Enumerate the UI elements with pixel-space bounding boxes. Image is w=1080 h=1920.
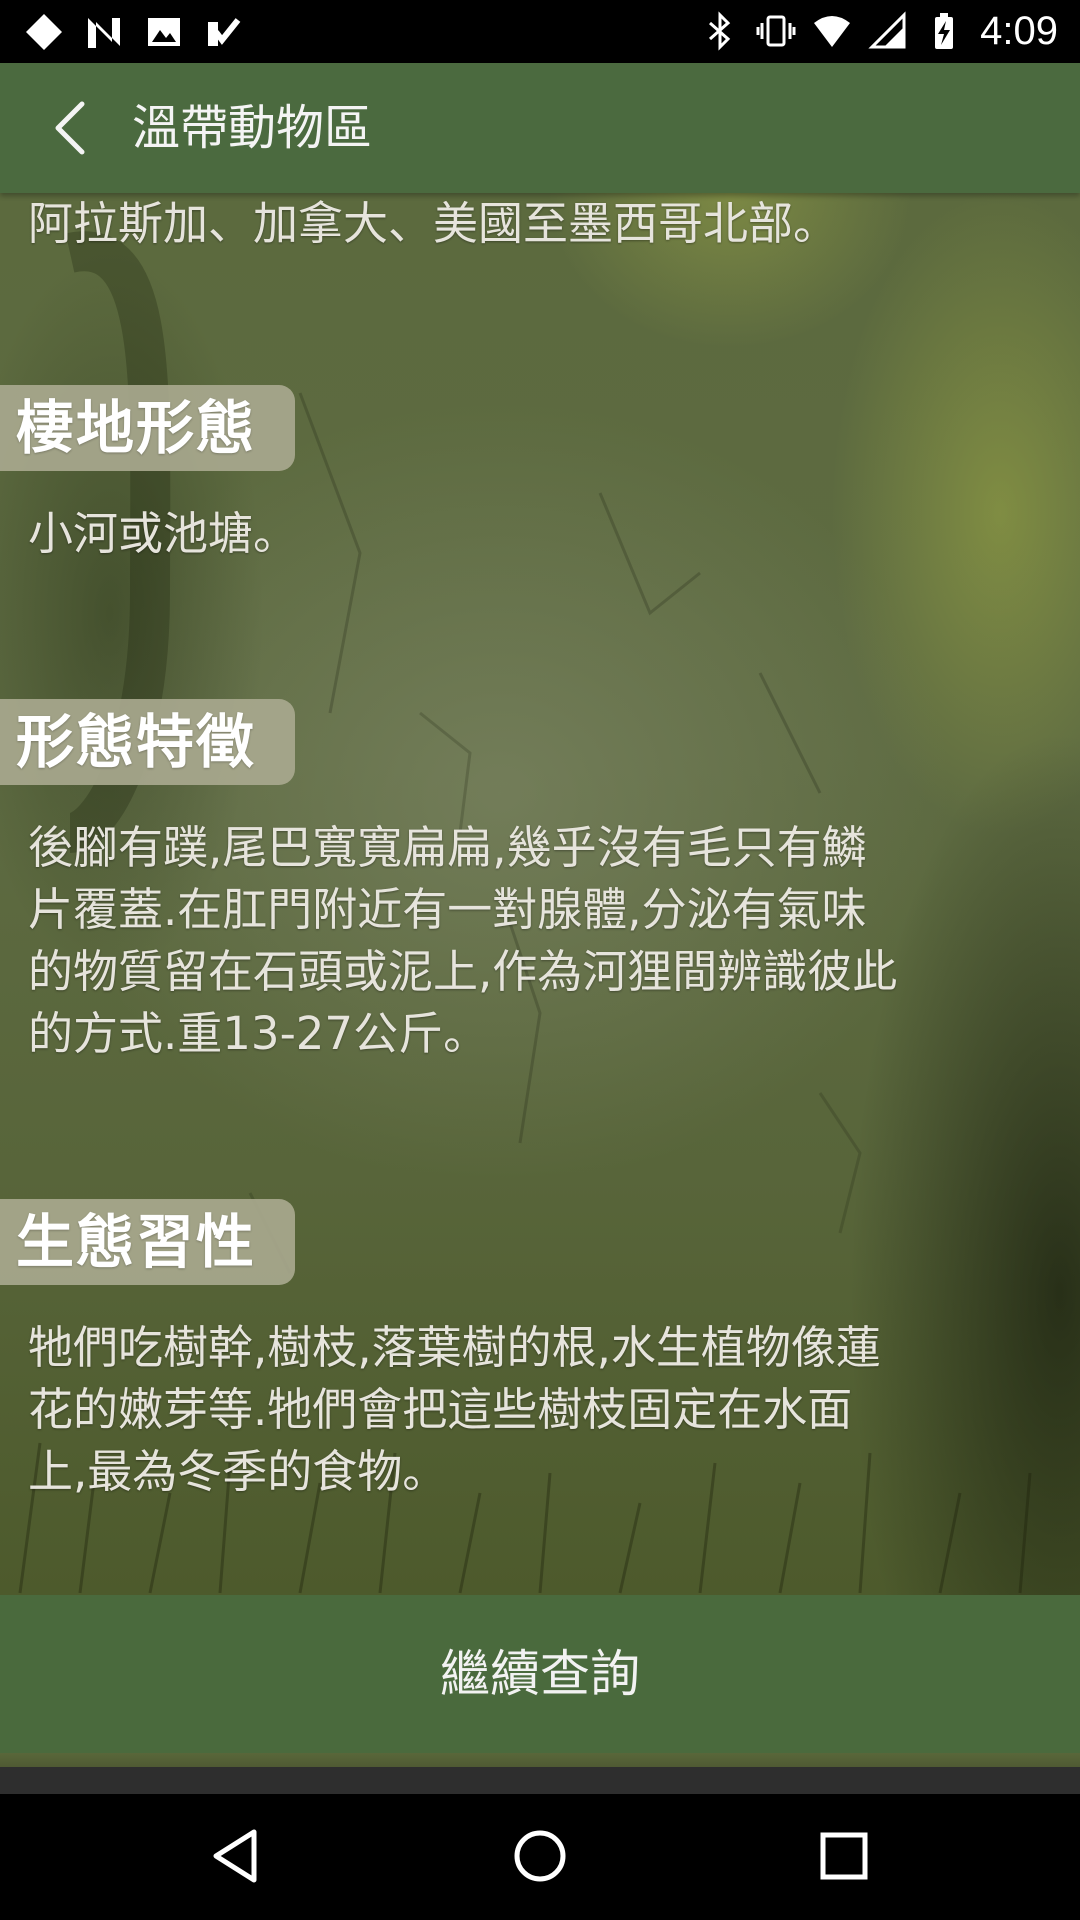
notification-icons [24, 12, 244, 52]
clock: 4:09 [980, 9, 1058, 53]
back-arrow-icon[interactable] [40, 96, 104, 160]
page-title: 溫帶動物區 [132, 100, 373, 156]
home-circle-icon[interactable] [508, 1824, 572, 1888]
wifi-icon [814, 16, 851, 47]
text-line: 花的嫩芽等.牠們會把這些樹枝固定在水面 [28, 1383, 853, 1436]
section-heading-ecology: 生態習性 [0, 1199, 295, 1285]
battery-charging-icon [935, 13, 954, 49]
distribution-text: 阿拉斯加、加拿大、美國至墨西哥北部。 [28, 197, 839, 250]
text-line: 的物質留在石頭或泥上,作為河狸間辨識彼此 [28, 945, 898, 998]
divider [0, 1767, 1080, 1794]
text-line: 上,最為冬季的食物。 [28, 1445, 448, 1498]
continue-query-button[interactable]: 繼續查詢 [0, 1595, 1080, 1753]
text-line: 後腳有蹼,尾巴寬寬扁扁,幾乎沒有毛只有鱗 [28, 821, 867, 874]
task-notification-icon [208, 18, 241, 46]
section-heading-morphology: 形態特徵 [0, 699, 295, 785]
section-text-ecology: 牠們吃樹幹,樹枝,落葉樹的根,水生植物像蓮 花的嫩芽等.牠們會把這些樹枝固定在水… [28, 1317, 1058, 1503]
image-notification-icon [148, 18, 180, 46]
recents-square-icon[interactable] [812, 1824, 876, 1888]
text-line: 片覆蓋.在肛門附近有一對腺體,分泌有氣味 [28, 883, 867, 936]
navigation-bar [0, 1794, 1080, 1920]
system-icons: 4:09 [700, 8, 1058, 54]
section-text-morphology: 後腳有蹼,尾巴寬寬扁扁,幾乎沒有毛只有鱗 片覆蓋.在肛門附近有一對腺體,分泌有氣… [28, 817, 1058, 1065]
n-notification-icon [88, 18, 120, 48]
signal-icon [868, 11, 906, 49]
vibrate-icon [756, 15, 796, 47]
diamond-notification-icon [26, 14, 62, 50]
text-line: 的方式.重13-27公斤。 [28, 1007, 489, 1060]
section-text-habitat: 小河或池塘。 [28, 507, 299, 560]
detail-content[interactable]: 阿拉斯加、加拿大、美國至墨西哥北部。 棲地形態 小河或池塘。 形態特徵 後腳有蹼… [0, 193, 1080, 1595]
status-bar: 4:09 [0, 0, 1080, 63]
bluetooth-icon [709, 11, 731, 51]
background-strip [0, 1753, 1080, 1767]
section-heading-habitat: 棲地形態 [0, 385, 295, 471]
text-line: 牠們吃樹幹,樹枝,落葉樹的根,水生植物像蓮 [28, 1321, 881, 1374]
app-bar: 溫帶動物區 [0, 63, 1080, 193]
back-triangle-icon[interactable] [204, 1824, 268, 1888]
